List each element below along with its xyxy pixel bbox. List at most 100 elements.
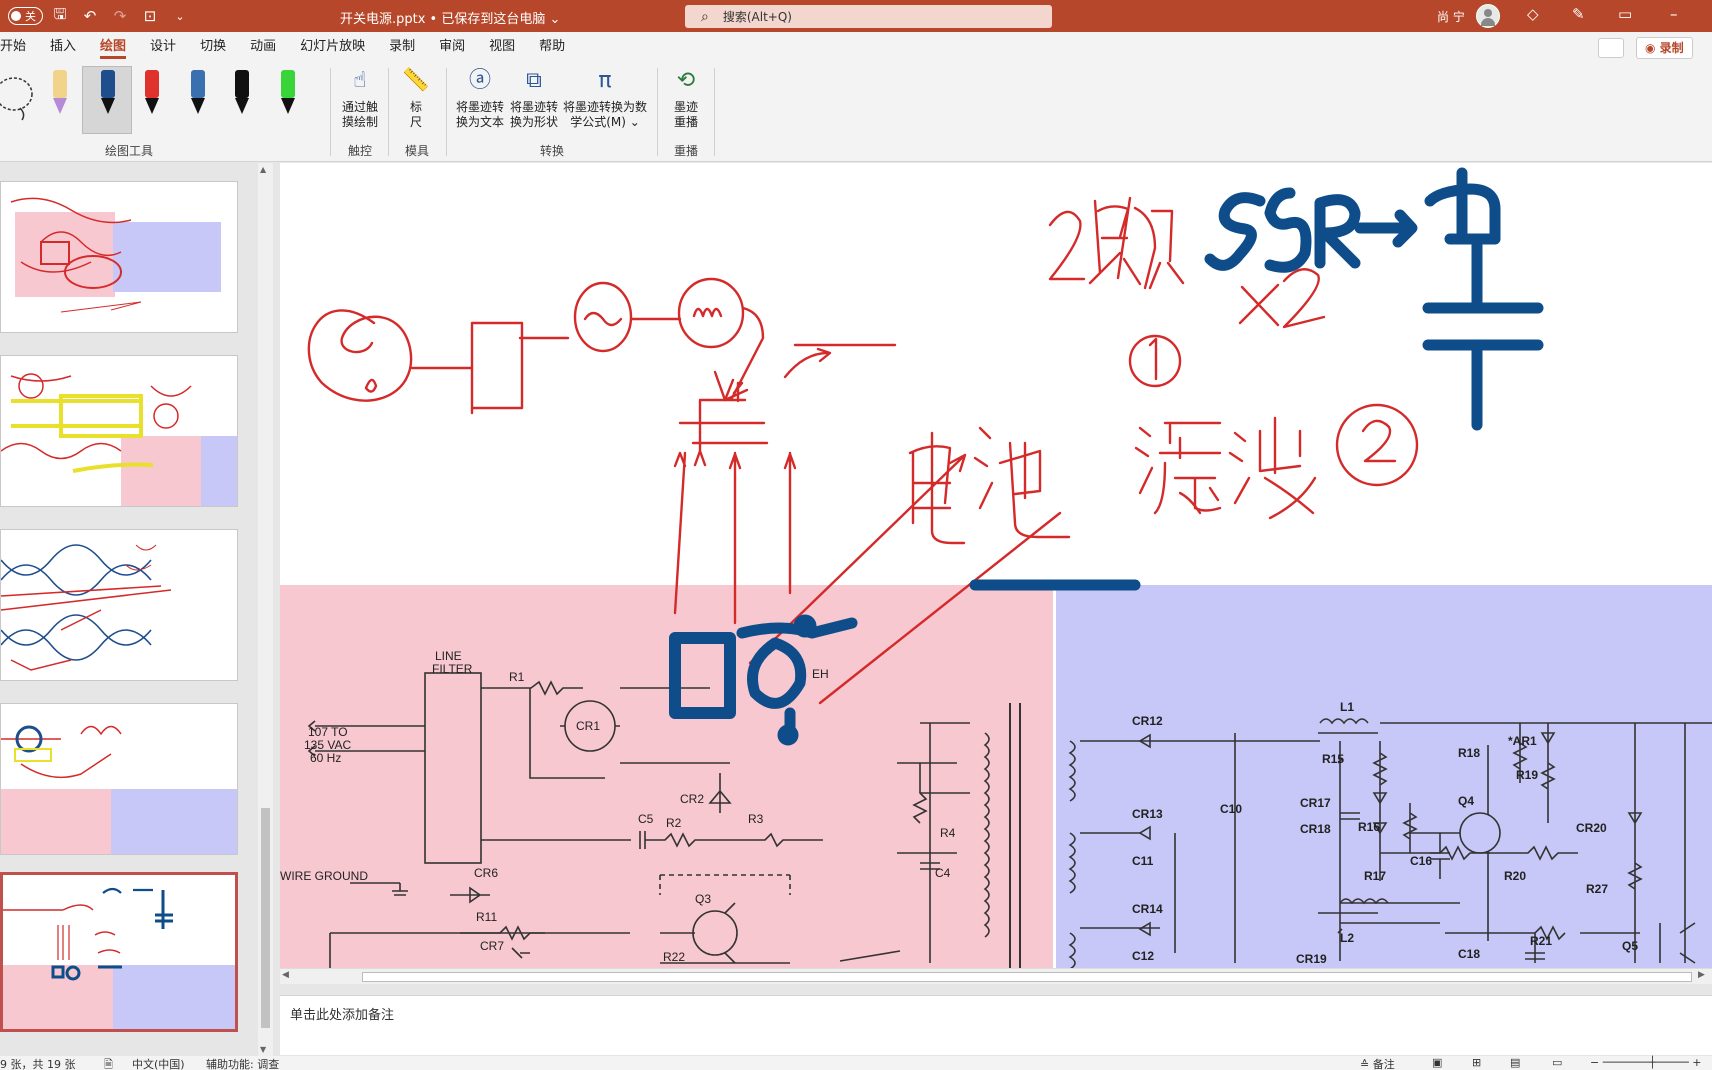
notes-placeholder[interactable]: 单击此处添加备注 bbox=[290, 1004, 394, 1023]
pen-body bbox=[235, 70, 249, 98]
pen-body bbox=[191, 70, 205, 98]
scroll-down-icon[interactable]: ▼ bbox=[260, 1045, 266, 1054]
svg-text:R18: R18 bbox=[1458, 746, 1480, 760]
scrollbar-thumb[interactable] bbox=[261, 808, 270, 1028]
svg-text:*AR1: *AR1 bbox=[1508, 734, 1537, 748]
status-bar: 9 张，共 19 张 🗎 中文(中国) 辅助功能: 调查 ≙ 备注 ▣ ⊞ ▤ … bbox=[0, 1056, 1712, 1070]
tab-slideshow[interactable]: 幻灯片放映 bbox=[288, 32, 377, 62]
svg-text:CR12: CR12 bbox=[1132, 714, 1163, 728]
slide-drawing: LINE FILTER 107 TO 135 VAC 60 Hz WIRE GROUN… bbox=[280, 167, 1712, 968]
svg-text:R21: R21 bbox=[1530, 934, 1552, 948]
search-input[interactable]: ⌕ 搜索(Alt+Q) bbox=[685, 5, 1052, 28]
slide-thumbnail[interactable] bbox=[0, 703, 238, 855]
record-button[interactable]: ◉ 录制 bbox=[1636, 37, 1693, 59]
tab-design[interactable]: 设计 bbox=[138, 32, 188, 62]
ink-to-text-button[interactable]: ⓐ 将墨迹转 换为文本 bbox=[454, 66, 506, 130]
notes-toggle[interactable]: ≙ 备注 bbox=[1360, 1056, 1395, 1070]
slide-thumbnail[interactable] bbox=[0, 181, 238, 333]
svg-text:CR6: CR6 bbox=[474, 866, 498, 880]
accessibility-status[interactable]: 辅助功能: 调查 bbox=[206, 1056, 279, 1070]
ink-to-shape-button[interactable]: ⧉ 将墨迹转 换为形状 bbox=[508, 66, 560, 130]
slide-thumbnail[interactable] bbox=[0, 529, 238, 681]
slide-sorter-icon[interactable]: ⊞ bbox=[1472, 1056, 1481, 1069]
undo-icon[interactable]: ↶ bbox=[77, 3, 103, 29]
svg-text:Q3: Q3 bbox=[695, 892, 711, 906]
pen-red-icon[interactable] bbox=[140, 70, 164, 120]
lasso-icon[interactable] bbox=[0, 72, 38, 122]
svg-text:C4: C4 bbox=[935, 866, 951, 880]
group-separator bbox=[657, 68, 658, 156]
ruler-icon: 📏 bbox=[402, 68, 430, 93]
powerpoint-window: 关 🖫 ↶ ↷ ⊡ ⌄ 开关电源.pptx • 已保存到这台电脑 ⌄ ⌕ 搜索(… bbox=[0, 0, 1712, 1070]
svg-text:R2: R2 bbox=[666, 816, 682, 830]
pen-black-icon[interactable] bbox=[230, 70, 254, 120]
slide-thumbnail-current[interactable] bbox=[0, 872, 238, 1032]
language-status[interactable]: 中文(中国) bbox=[132, 1056, 185, 1070]
thumbnail-scrollbar[interactable]: ▲ ▼ bbox=[258, 163, 273, 1058]
svg-text:R4: R4 bbox=[940, 826, 956, 840]
ink-to-shape-icon: ⧉ bbox=[526, 68, 542, 93]
reading-view-icon[interactable]: ▤ bbox=[1510, 1056, 1520, 1069]
tab-record[interactable]: 录制 bbox=[377, 32, 427, 62]
ink-to-text-icon: ⓐ bbox=[468, 68, 491, 93]
pen-galaxy-icon[interactable] bbox=[186, 70, 210, 120]
slide-thumbnail[interactable] bbox=[0, 355, 238, 507]
group-separator bbox=[388, 68, 389, 156]
avatar[interactable] bbox=[1476, 4, 1500, 28]
search-icon: ⌕ bbox=[701, 8, 709, 25]
svg-text:CR17: CR17 bbox=[1300, 796, 1331, 810]
ink-to-math-button[interactable]: π 将墨迹转换为数 学公式(M) ⌄ bbox=[562, 66, 648, 130]
present-icon[interactable]: ⊡ bbox=[137, 3, 163, 29]
slide-canvas[interactable]: LINE FILTER 107 TO 135 VAC 60 Hz WIRE GROUN… bbox=[280, 163, 1712, 968]
toggle-knob bbox=[11, 11, 21, 21]
highlighter-green-icon[interactable] bbox=[276, 70, 300, 120]
comments-button[interactable] bbox=[1598, 38, 1624, 58]
pen-tip bbox=[281, 98, 295, 114]
minimize-icon[interactable]: – bbox=[1670, 5, 1678, 23]
scroll-left-icon[interactable]: ◀ bbox=[282, 970, 289, 980]
touch-icon: ☝ bbox=[353, 68, 367, 93]
user-name[interactable]: 尚 宁 bbox=[1437, 8, 1465, 25]
svg-text:CR13: CR13 bbox=[1132, 807, 1163, 821]
zoom-slider[interactable]: − ───────┼───── + bbox=[1590, 1056, 1702, 1069]
svg-text:L2: L2 bbox=[1340, 931, 1354, 945]
save-icon[interactable]: 🖫 bbox=[47, 3, 73, 29]
search-placeholder: 搜索(Alt+Q) bbox=[722, 10, 792, 24]
spellcheck-icon[interactable]: 🗎 bbox=[104, 1056, 113, 1070]
scroll-up-icon[interactable]: ▲ bbox=[260, 165, 266, 174]
slide-count: 9 张，共 19 张 bbox=[0, 1058, 76, 1070]
slide-horizontal-scrollbar[interactable]: ◀ ▶ bbox=[280, 968, 1712, 984]
thumbnail-content bbox=[1, 373, 237, 506]
draw-with-touch-button[interactable]: ☝ 通过触 摸绘制 bbox=[340, 66, 380, 130]
group-separator bbox=[446, 68, 447, 156]
tab-insert[interactable]: 插入 bbox=[38, 32, 88, 62]
redo-icon[interactable]: ↷ bbox=[107, 3, 133, 29]
diamond-icon[interactable]: ◇ bbox=[1527, 5, 1539, 23]
document-title[interactable]: 开关电源.pptx • 已保存到这台电脑 ⌄ bbox=[340, 8, 560, 27]
highlighter-yellow-icon[interactable] bbox=[48, 70, 72, 120]
normal-view-icon[interactable]: ▣ bbox=[1432, 1056, 1442, 1069]
tab-transitions[interactable]: 切换 bbox=[188, 32, 238, 62]
svg-text:L1: L1 bbox=[1340, 700, 1354, 714]
pen-blue-icon[interactable] bbox=[96, 70, 120, 120]
scroll-right-icon[interactable]: ▶ bbox=[1698, 970, 1705, 980]
svg-text:Q4: Q4 bbox=[1458, 794, 1474, 808]
svg-text:R3: R3 bbox=[748, 812, 764, 826]
ink-replay-button[interactable]: ⟲ 墨迹 重播 bbox=[666, 66, 706, 130]
customize-toolbar-icon[interactable]: ⌄ bbox=[167, 3, 193, 29]
ruler-button[interactable]: 📏 标 尺 bbox=[398, 66, 434, 130]
tab-home[interactable]: 开始 bbox=[0, 32, 38, 62]
notes-pane[interactable]: 单击此处添加备注 bbox=[280, 995, 1712, 1055]
ribbon-display-icon[interactable]: ▭ bbox=[1618, 5, 1632, 23]
pen-icon[interactable]: ✎ bbox=[1572, 5, 1585, 23]
autosave-toggle[interactable]: 关 bbox=[8, 7, 43, 25]
tab-review[interactable]: 审阅 bbox=[427, 32, 477, 62]
tab-draw[interactable]: 绘图 bbox=[88, 32, 138, 62]
scrollbar-thumb[interactable] bbox=[362, 972, 1692, 982]
slideshow-icon[interactable]: ▭ bbox=[1552, 1056, 1562, 1069]
tab-view[interactable]: 视图 bbox=[477, 32, 527, 62]
tab-help[interactable]: 帮助 bbox=[527, 32, 577, 62]
svg-text:CR2: CR2 bbox=[680, 792, 704, 806]
thumbnail-content bbox=[1, 544, 172, 671]
tab-animations[interactable]: 动画 bbox=[238, 32, 288, 62]
